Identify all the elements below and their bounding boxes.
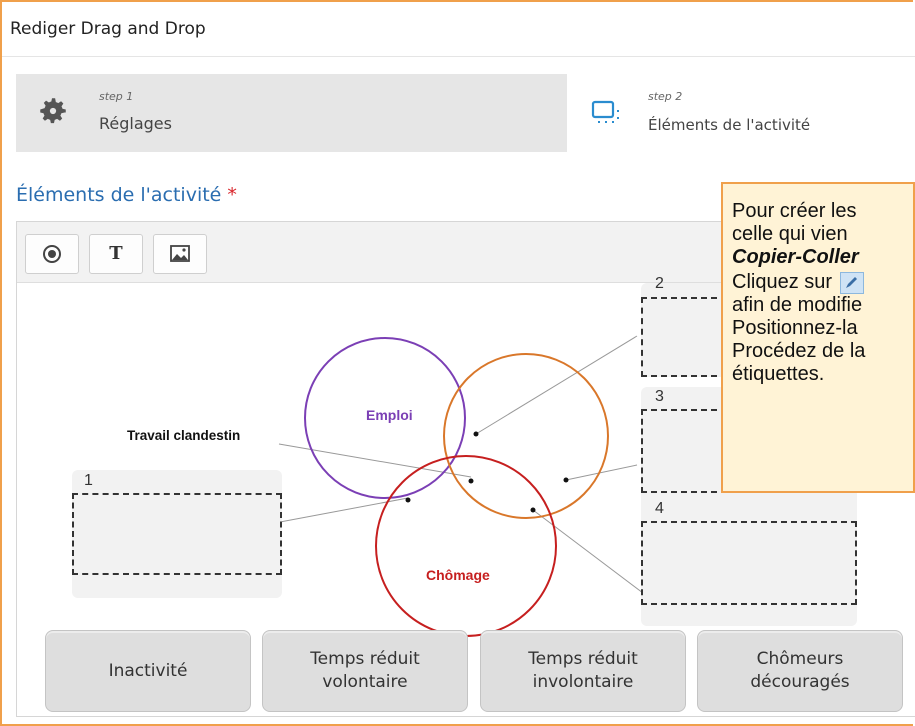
dropzone-4[interactable]: 4 xyxy=(641,498,857,626)
anchor-dot xyxy=(405,497,411,503)
draggable-text: Inactivité xyxy=(108,660,188,681)
dropzone-box[interactable] xyxy=(72,493,282,575)
element-box-icon xyxy=(591,100,619,123)
title-bar: Rediger Drag and Drop xyxy=(2,2,915,57)
emploi-label: Emploi xyxy=(366,407,413,423)
draggable-label-4[interactable]: Chômeurs découragés xyxy=(697,630,903,712)
tooltip-line: Positionnez-la xyxy=(732,317,858,339)
anchor-dot xyxy=(468,478,474,484)
orange-circle xyxy=(443,353,609,519)
image-icon xyxy=(170,245,190,262)
tooltip-line: Procédez de la xyxy=(732,340,866,362)
chomage-circle xyxy=(375,455,557,637)
draggable-text: volontaire xyxy=(322,672,408,692)
tooltip-line: celle qui vien xyxy=(732,223,848,245)
add-dropzone-button[interactable] xyxy=(25,234,79,274)
add-image-button[interactable] xyxy=(153,234,207,274)
step-1-label: Réglages xyxy=(99,114,172,133)
draggable-text: Temps réduit xyxy=(310,649,420,670)
pencil-icon xyxy=(839,271,864,294)
dropzone-number: 2 xyxy=(655,275,664,292)
callout-label: Travail clandestin xyxy=(127,428,241,443)
text-icon: T xyxy=(109,243,123,264)
draggable-text: Chômeurs xyxy=(756,649,844,670)
draggable-label-3[interactable]: Temps réduit involontaire xyxy=(480,630,686,712)
add-text-button[interactable]: T xyxy=(89,234,143,274)
step-2-small: step 2 xyxy=(648,90,683,103)
target-icon xyxy=(43,245,61,263)
help-tooltip: Pour créer les celle qui vien Copier-Col… xyxy=(721,182,915,493)
draggable-text: involontaire xyxy=(532,672,634,692)
required-marker: * xyxy=(227,184,237,206)
gear-icon xyxy=(40,98,66,124)
draggable-text: découragés xyxy=(750,672,850,692)
anchor-dot xyxy=(530,507,536,513)
anchor-dot xyxy=(473,431,479,437)
draggable-text: Temps réduit xyxy=(528,649,638,670)
step-2-label: Éléments de l'activité xyxy=(648,116,811,134)
section-title: Éléments de l'activité * xyxy=(16,184,237,206)
tooltip-line: afin de modifie xyxy=(732,294,863,316)
leader-line-2 xyxy=(475,335,638,435)
dropzone-number: 3 xyxy=(655,388,664,405)
tooltip-line: étiquettes. xyxy=(732,363,825,385)
step-1-small: step 1 xyxy=(99,90,134,103)
draggable-label-2[interactable]: Temps réduit volontaire xyxy=(262,630,468,712)
step-1-tab[interactable]: step 1 Réglages xyxy=(16,74,567,152)
tooltip-line: Copier-Coller xyxy=(732,246,859,268)
draggable-label-1[interactable]: Inactivité xyxy=(45,630,251,712)
dropzone-number: 1 xyxy=(84,472,93,489)
chomage-label: Chômage xyxy=(426,567,490,583)
dropzone-box[interactable] xyxy=(641,521,857,605)
tooltip-line: Cliquez sur xyxy=(732,271,833,293)
page-title: Rediger Drag and Drop xyxy=(10,19,206,39)
tooltip-line: Pour créer les xyxy=(732,200,857,222)
dropzone-number: 4 xyxy=(655,500,664,517)
dropzone-1[interactable]: 1 xyxy=(72,470,282,598)
anchor-dot xyxy=(563,477,569,483)
callout-line xyxy=(278,443,472,478)
section-title-text: Éléments de l'activité xyxy=(16,184,222,206)
